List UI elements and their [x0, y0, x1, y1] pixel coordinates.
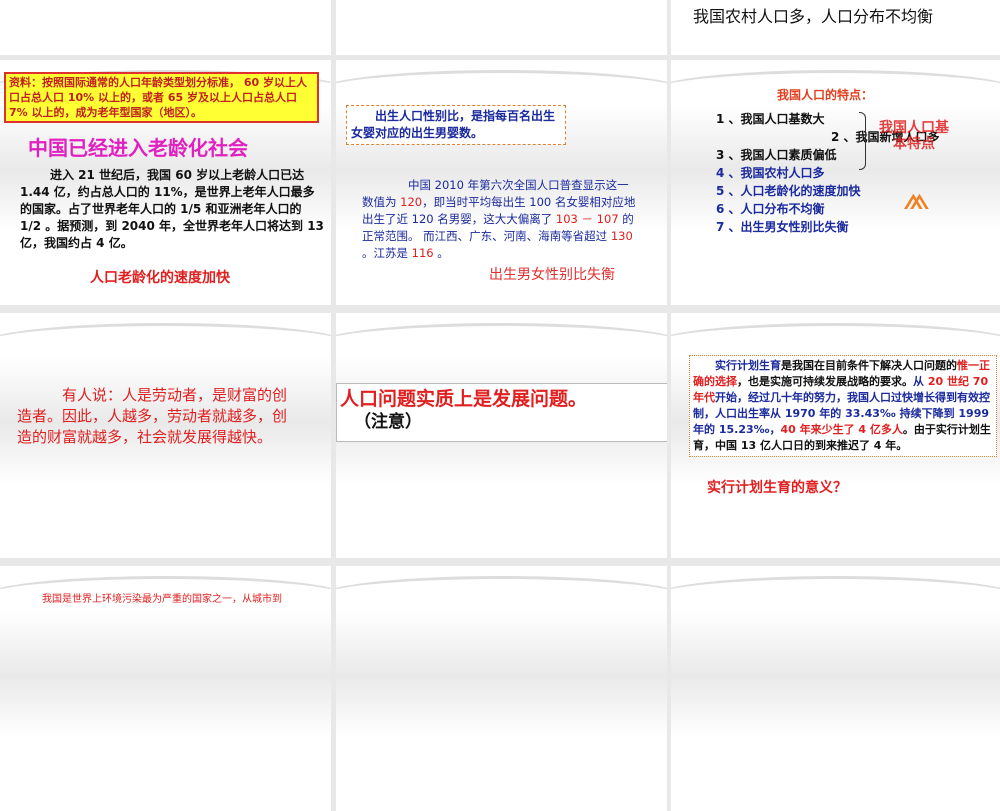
slide-thumbnail-9[interactable]: 实行计划生育是我国在目前条件下解决人口问题的惟一正确的选择，也是实施可持续发展战… [671, 313, 1000, 558]
slide-thumbnail-11[interactable] [336, 566, 667, 811]
slide-thumbnail-12[interactable] [671, 566, 1000, 811]
slide-footer: 出生男女性别比失衡 [489, 267, 615, 283]
text: 实行计划生育 [715, 359, 781, 372]
definition-box: 资料：按照国际通常的人口年龄类型划分标准， 60 岁以上人口占总人口 10% 以… [4, 72, 319, 123]
list-item: 5 、人口老龄化的速度加快 [716, 184, 861, 198]
bracket-label: 我国人口基本特点 [879, 120, 949, 152]
value: 103 － 107 [555, 212, 619, 226]
slide-thumbnail-7[interactable]: 有人说：人是劳动者，是财富的创造者。因此，人越多，劳动者就越多，创造的财富就越多… [0, 313, 331, 558]
text: ，也是实施可持续发展战略的要求。 [737, 375, 913, 388]
slide-footer: 人口老龄化的速度加快 [90, 270, 230, 286]
list-item: 7 、出生男女性别比失衡 [716, 220, 849, 234]
value: 130 [610, 229, 633, 243]
slide-thumbnail-1[interactable] [0, 0, 331, 55]
slide-body: 有人说：人是劳动者，是财富的创造者。因此，人越多，劳动者就越多，创造的财富就越多… [17, 386, 288, 446]
slide-title: 我国农村人口多，人口分布不均衡 [693, 7, 934, 26]
text: 。 [433, 246, 449, 260]
text: 。江苏是 [362, 246, 412, 260]
slide-thumbnail-8[interactable]: 人口问题实质上是发展问题。 （注意） [336, 313, 667, 558]
list-item: 1 、我国人口基数大 [716, 112, 825, 126]
question: 实行计划生育的意义？ [707, 480, 847, 496]
text: 是我国在目前条件下解决人口问题的 [781, 359, 957, 372]
people-icon: ⩕ [903, 178, 930, 218]
brace [859, 112, 866, 170]
slide-body: 中国 2010 年第六次全国人口普查显示这一数值为 120，即当时平均每出生 1… [362, 177, 637, 262]
value: 116 [411, 246, 434, 260]
list-item: 4 、我国农村人口多 [716, 166, 825, 180]
slide-thumbnail-5[interactable]: 出生人口性别比，是指每百名出生女婴对应的出生男婴数。 中国 2010 年第六次全… [336, 60, 667, 305]
slide-thumbnail-4[interactable]: 资料：按照国际通常的人口年龄类型划分标准， 60 岁以上人口占总人口 10% 以… [0, 60, 331, 305]
slide-thumbnail-6[interactable]: 我国人口的特点： 1 、我国人口基数大 2 、我国新增人口多 3 、我国人口素质… [671, 60, 1000, 305]
definition-box: 出生人口性别比，是指每百名出生女婴对应的出生男婴数。 [346, 105, 566, 145]
slide-thumbnail-10[interactable]: 我国是世界上环境污染最为严重的国家之一，从城市到 [0, 566, 331, 811]
note: （注意） [354, 412, 422, 432]
slide-body: 进入 21 世纪后，我国 60 岁以上老龄人口已达 1.44 亿，约占总人口的 … [20, 168, 324, 250]
decor-arc [0, 323, 331, 366]
text: 40 年来少生了 4 亿多人 [780, 423, 903, 436]
slide-title: 我国人口的特点： [777, 88, 874, 102]
decor-arc [336, 576, 667, 619]
list-item: 6 、人口分布不均衡 [716, 202, 825, 216]
slide-thumbnail-2[interactable] [336, 0, 667, 55]
slide-body: 实行计划生育是我国在目前条件下解决人口问题的惟一正确的选择，也是实施可持续发展战… [689, 355, 997, 457]
slide-title: 人口问题实质上是发展问题。 [340, 388, 588, 410]
decor-arc [336, 323, 667, 366]
list-item: 3 、我国人口素质偏低 [716, 148, 837, 162]
slide-thumbnail-3[interactable]: 我国农村人口多，人口分布不均衡 [671, 0, 1000, 55]
value: 120 [400, 195, 423, 209]
decor-arc [671, 576, 1000, 619]
slide-title: 中国已经进入老龄化社会 [28, 136, 248, 160]
text: 从 [913, 375, 928, 388]
